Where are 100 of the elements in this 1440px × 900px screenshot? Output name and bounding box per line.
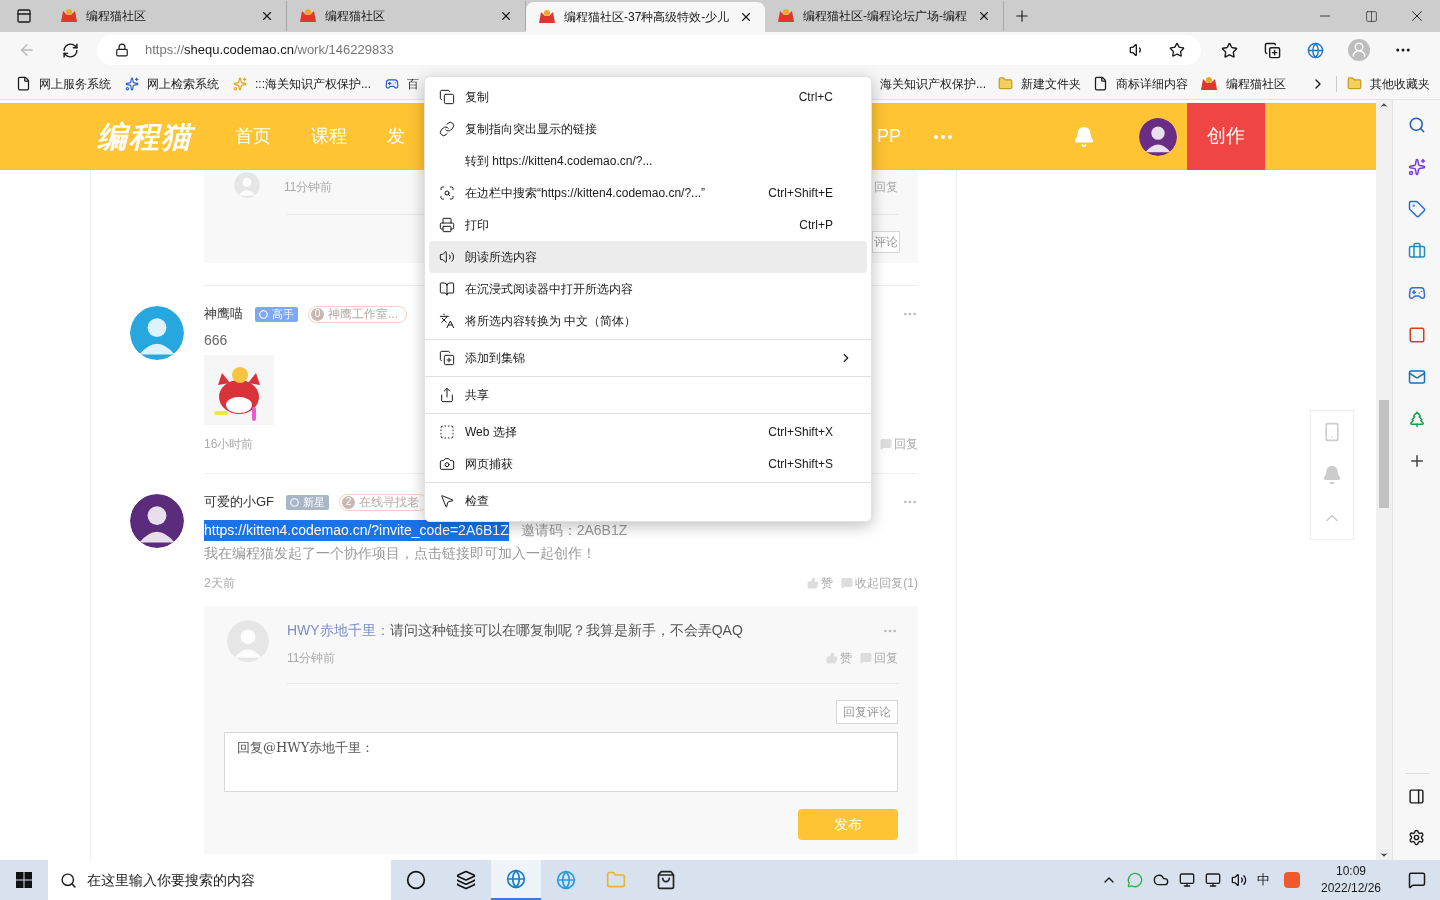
close-icon[interactable] xyxy=(977,9,991,23)
volume-icon[interactable] xyxy=(1231,872,1247,888)
search-input[interactable]: 在这里输入你要搜索的内容 xyxy=(87,869,367,891)
menu-item[interactable]: 在边栏中搜索“https://kitten4.codemao.cn/?...” Ctrl+Shift+E xyxy=(429,177,867,209)
cat-logo-icon xyxy=(777,8,795,24)
menu-item[interactable]: 在沉浸式阅读器中打开所选内容 xyxy=(429,273,867,305)
tag-icon[interactable] xyxy=(1407,200,1426,218)
menu-item[interactable]: 复制指向突出显示的链接 xyxy=(429,113,867,145)
cat-logo-icon xyxy=(538,9,556,25)
menu-item[interactable]: 将所选内容转换为 中文（简体） xyxy=(429,305,867,337)
comment-text: 我在编程猫发起了一个协作项目，点击链接即可加入一起创作！ xyxy=(204,544,597,563)
restore-icon[interactable] xyxy=(1364,9,1378,23)
cortana-icon xyxy=(406,870,426,890)
sidebar-toggle-icon[interactable] xyxy=(1408,788,1425,805)
author-name[interactable]: 神鹰喵 xyxy=(204,304,243,324)
toolbox-icon[interactable] xyxy=(1407,242,1426,260)
search-icon[interactable] xyxy=(1407,116,1426,134)
browser-tab[interactable]: 编程猫社区-37种高级特效-少儿 xyxy=(526,2,765,32)
comment-text: 666 xyxy=(204,331,229,350)
menu-item[interactable]: 打印 Ctrl+P xyxy=(429,209,867,241)
avatar xyxy=(130,494,184,548)
folder-icon xyxy=(1347,76,1362,91)
bookmark-folder[interactable]: 其他收藏夹 xyxy=(1347,74,1430,93)
search-icon xyxy=(60,871,77,889)
copy-icon xyxy=(439,89,455,105)
scroll-up-icon[interactable] xyxy=(1379,100,1389,110)
browser-tab[interactable]: 编程猫社区 xyxy=(287,1,526,31)
bookmark[interactable]: 百 xyxy=(385,74,419,93)
author-name[interactable]: 可爱的小GF xyxy=(204,492,275,512)
bookmark[interactable]: 商标详细内容 xyxy=(1093,74,1188,93)
thumbs-up-icon xyxy=(807,577,820,589)
menu-item[interactable]: 共享 xyxy=(429,379,867,411)
new-tab-icon[interactable] xyxy=(1013,7,1031,25)
store-icon xyxy=(656,870,676,890)
tree-icon[interactable] xyxy=(1407,410,1426,428)
favorites-icon[interactable] xyxy=(1221,41,1238,59)
invite-code: 邀请码：2A6B1Z xyxy=(520,521,628,540)
clock[interactable]: 10:09 2022/12/26 xyxy=(1318,863,1384,897)
reply-input[interactable]: 回复@HWY赤地千里： xyxy=(224,732,898,792)
speech-bubble-icon xyxy=(880,438,892,450)
link-icon xyxy=(439,121,455,137)
bookmark[interactable]: 海关知识产权保护... xyxy=(880,74,986,93)
bookmark[interactable]: 网上检索系统 xyxy=(125,74,219,93)
menu-item[interactable]: 复制 Ctrl+C xyxy=(429,81,867,113)
settings-icon[interactable] xyxy=(1408,829,1425,846)
menu-item[interactable]: 转到 https://kitten4.codemao.cn/?... xyxy=(429,145,867,177)
cat-logo-icon xyxy=(60,8,78,24)
bookmark[interactable]: :::海关知识产权保护... xyxy=(233,74,371,93)
browser-tab[interactable]: 编程猫社区 xyxy=(48,1,287,31)
collections-icon[interactable] xyxy=(1264,41,1281,59)
share-icon xyxy=(439,387,455,403)
tab-actions-icon[interactable] xyxy=(16,8,32,24)
reply-text: HWY赤地千里：请问这种链接可以在哪复制呢？我算是新手，不会弄QAQ xyxy=(287,621,743,640)
camera-icon xyxy=(439,456,455,472)
book-icon xyxy=(439,281,455,297)
menu-item[interactable]: Web 选择 Ctrl+Shift+X xyxy=(429,416,867,448)
bookmark[interactable]: 网上服务系统 xyxy=(16,74,111,93)
mail-icon[interactable] xyxy=(1407,368,1426,386)
game-icon[interactable] xyxy=(1407,284,1426,302)
page-icon xyxy=(16,76,31,91)
cat-logo-icon xyxy=(299,8,317,24)
sparkle-icon[interactable] xyxy=(1407,158,1426,176)
scroll-down-icon[interactable] xyxy=(1379,850,1389,860)
dashed-square-icon xyxy=(439,424,455,440)
printer-icon xyxy=(439,217,455,233)
scrollbar-thumb[interactable] xyxy=(1379,400,1389,508)
office-icon[interactable] xyxy=(1407,326,1426,344)
refresh-icon[interactable] xyxy=(62,41,79,59)
menu-item[interactable]: 网页捕获 Ctrl+Shift+S xyxy=(429,448,867,480)
favorite-icon[interactable] xyxy=(1169,42,1185,58)
bookmark[interactable]: 新建文件夹 xyxy=(998,74,1081,93)
network-icon[interactable] xyxy=(1205,872,1221,888)
notification-icon[interactable] xyxy=(1408,871,1426,889)
bookmark[interactable]: 编程猫社区 xyxy=(1200,74,1286,93)
browser-tab[interactable]: 编程猫社区-编程论坛广场-编程 xyxy=(765,1,1004,31)
cloud-icon[interactable] xyxy=(1153,872,1169,888)
ie-mode-icon[interactable] xyxy=(1307,41,1324,59)
timestamp: 11分钟前 xyxy=(284,179,333,196)
task-view-icon xyxy=(456,870,476,890)
thumbs-up-icon xyxy=(826,652,838,664)
avatar xyxy=(1139,117,1177,156)
start-icon[interactable] xyxy=(16,872,32,888)
browser-icon xyxy=(556,870,576,890)
speech-bubble-icon xyxy=(841,577,854,589)
invite-link[interactable]: https://kitten4.codemao.cn/?invite_code=2A6B1Z xyxy=(204,520,509,541)
timestamp: 16小时前 xyxy=(204,436,254,453)
menu-item[interactable]: 朗读所选内容 xyxy=(429,241,867,273)
close-icon[interactable] xyxy=(499,9,513,23)
menu-item[interactable]: 添加到集锦 xyxy=(429,342,867,374)
address-bar[interactable]: https://shequ.codemao.cn/work/146229833 xyxy=(97,35,1201,65)
taskbar-search[interactable]: 在这里输入你要搜索的内容 xyxy=(48,860,391,900)
speaker-icon xyxy=(439,249,455,265)
search-icon xyxy=(439,185,455,201)
close-icon[interactable] xyxy=(260,9,274,23)
create-button[interactable]: 创作 xyxy=(1187,103,1265,170)
folder-icon xyxy=(998,76,1013,91)
input-method[interactable]: 中 xyxy=(1257,870,1270,890)
level-badge: 新星 xyxy=(286,494,330,510)
close-icon[interactable] xyxy=(739,10,753,24)
menu-item[interactable]: 检查 xyxy=(429,485,867,517)
